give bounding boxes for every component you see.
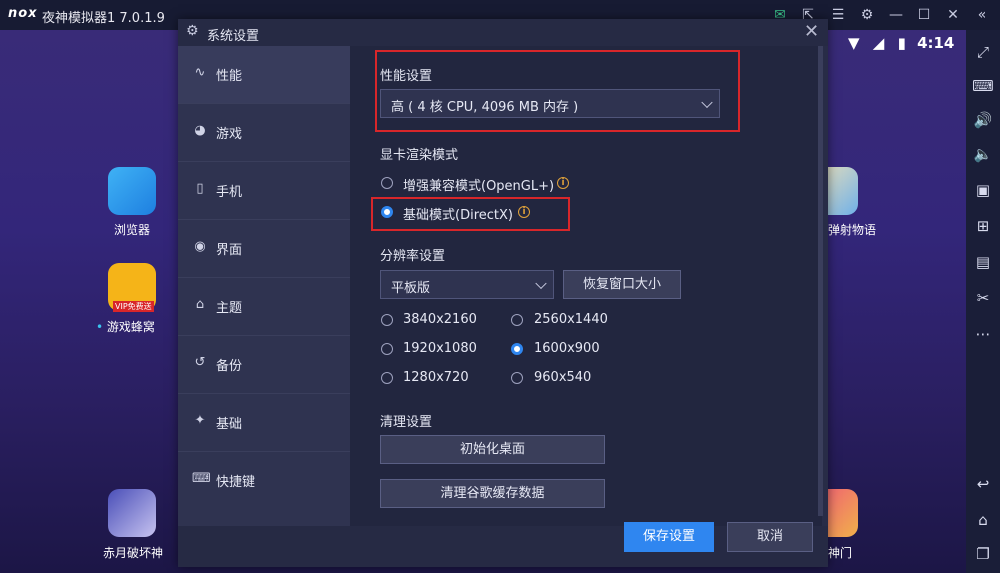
app-label-game-hive: • 游戏蜂窝	[96, 320, 155, 334]
settings-nav: ∿ 性能 ◕ 游戏 ▯ 手机 ◉ 界面 ⌂ 主题 ↺ 备份 ✦ 基础 ⌨ 快捷键	[178, 46, 350, 526]
resolution-heading: 分辨率设置	[380, 249, 446, 264]
settings-dialog: ⚙ 系统设置 ✕ ∿ 性能 ◕ 游戏 ▯ 手机 ◉ 界面 ⌂ 主题 ↺ 备份 ✦	[178, 19, 828, 567]
resolution-preset-select[interactable]: 平板版	[380, 270, 554, 299]
app-label-red-moon: 赤月破坏神	[103, 546, 164, 560]
info-icon[interactable]: i	[557, 177, 569, 189]
menu-icon[interactable]: ☰	[828, 5, 848, 25]
wifi-icon: ▼	[848, 34, 860, 52]
nav-item-interface[interactable]: ◉ 界面	[178, 220, 350, 278]
render-heading: 显卡渲染模式	[380, 148, 459, 163]
app-title: 夜神模拟器1 7.0.1.9	[42, 11, 165, 26]
settings-content: 性能设置 高 ( 4 核 CPU, 4096 MB 内存 ) 显卡渲染模式 增强…	[350, 46, 822, 526]
app-label-browser: 浏览器	[114, 223, 151, 237]
res-label: 960x540	[534, 370, 592, 385]
nox-logo: nox	[8, 6, 38, 21]
chevron-down-icon	[701, 96, 713, 108]
nav-label: 界面	[216, 243, 243, 258]
phone-icon: ▯	[196, 181, 204, 196]
more-icon[interactable]: ⋯	[966, 322, 1000, 346]
nav-label: 主题	[216, 301, 243, 316]
multi-instance-icon[interactable]: ▤	[966, 250, 1000, 274]
screen-icon[interactable]: ▣	[966, 178, 1000, 202]
nav-label: 游戏	[216, 127, 243, 142]
performance-select[interactable]: 高 ( 4 核 CPU, 4096 MB 内存 )	[380, 89, 720, 118]
nav-label: 手机	[216, 185, 243, 200]
recent-apps-icon[interactable]: ❐	[966, 542, 1000, 566]
chevron-down-icon	[535, 277, 547, 289]
android-status-bar: ▼ ◢ ▮ 4:14	[848, 34, 954, 56]
nav-item-backup[interactable]: ↺ 备份	[178, 336, 350, 394]
nav-item-basic[interactable]: ✦ 基础	[178, 394, 350, 452]
dialog-title: 系统设置	[207, 29, 260, 44]
restore-window-size-button[interactable]: 恢复窗口大小	[563, 270, 681, 299]
red-moon-app-icon[interactable]	[108, 489, 156, 537]
performance-heading: 性能设置	[380, 69, 433, 84]
performance-value: 高 ( 4 核 CPU, 4096 MB 内存 )	[391, 100, 579, 115]
battery-icon: ▮	[897, 34, 906, 52]
keyboard-icon[interactable]: ⌨	[966, 74, 1000, 98]
no-signal-icon: ◢	[872, 34, 885, 52]
vip-badge: VIP免费送	[113, 301, 154, 312]
cancel-button[interactable]: 取消	[727, 522, 813, 552]
dialog-close-button[interactable]: ✕	[804, 21, 819, 42]
nav-item-performance[interactable]: ∿ 性能	[178, 46, 350, 104]
res-label: 1920x1080	[403, 341, 477, 356]
app-label-shenmen: 神门	[828, 546, 853, 560]
res-label: 3840x2160	[403, 312, 477, 327]
radio-res-1280[interactable]	[381, 372, 393, 384]
info-icon[interactable]: i	[518, 206, 530, 218]
nav-item-game[interactable]: ◕ 游戏	[178, 104, 350, 162]
radio-res-1920[interactable]	[381, 343, 393, 355]
scrollbar[interactable]	[818, 46, 823, 516]
home-icon[interactable]: ⌂	[966, 508, 1000, 532]
volume-up-icon[interactable]: 🔊	[966, 108, 1000, 132]
volume-down-icon[interactable]: 🔈	[966, 142, 1000, 166]
close-icon[interactable]: ✕	[943, 5, 963, 25]
browser-app-icon[interactable]	[108, 167, 156, 215]
scissors-icon[interactable]: ✂	[966, 286, 1000, 310]
minimize-icon[interactable]: —	[886, 5, 906, 25]
radio-directx[interactable]	[381, 206, 393, 218]
nav-item-shortcut[interactable]: ⌨ 快捷键	[178, 452, 350, 509]
gear-icon: ⚙	[186, 23, 199, 39]
radio-res-960[interactable]	[511, 372, 523, 384]
collapse-sidebar-icon[interactable]: «	[972, 5, 992, 25]
resolution-preset-value: 平板版	[391, 281, 431, 296]
app-label-projectile-story: 弹射物语	[828, 223, 877, 237]
right-toolbar: ⤢ ⌨ 🔊 🔈 ▣ ⊞ ▤ ✂ ⋯ ↩ ⌂ ❐	[966, 30, 1000, 573]
dialog-header: ⚙ 系统设置 ✕	[178, 19, 828, 46]
backup-icon: ↺	[194, 355, 206, 370]
shortcut-icon: ⌨	[192, 471, 211, 486]
nav-item-phone[interactable]: ▯ 手机	[178, 162, 350, 220]
radio-res-3840[interactable]	[381, 314, 393, 326]
radio-res-2560[interactable]	[511, 314, 523, 326]
radio-label-directx: 基础模式(DirectX)	[403, 208, 513, 223]
radio-label-opengl: 增强兼容模式(OpenGL+)	[403, 179, 555, 194]
cleanup-heading: 清理设置	[380, 415, 433, 430]
nav-label: 快捷键	[216, 475, 256, 490]
interface-icon: ◉	[194, 239, 206, 254]
back-icon[interactable]: ↩	[966, 472, 1000, 496]
init-desktop-button[interactable]: 初始化桌面	[380, 435, 605, 464]
fullscreen-icon[interactable]: ⤢	[966, 40, 1000, 64]
theme-icon: ⌂	[195, 297, 205, 312]
res-label: 1280x720	[403, 370, 469, 385]
settings-icon[interactable]: ⚙	[857, 5, 877, 25]
basic-icon: ✦	[194, 413, 206, 428]
res-label: 1600x900	[534, 341, 600, 356]
add-apk-icon[interactable]: ⊞	[966, 214, 1000, 238]
nav-label: 性能	[216, 69, 243, 84]
nav-item-theme[interactable]: ⌂ 主题	[178, 278, 350, 336]
save-settings-button[interactable]: 保存设置	[624, 522, 714, 552]
nav-label: 备份	[216, 359, 243, 374]
clear-cache-button[interactable]: 清理谷歌缓存数据	[380, 479, 605, 508]
clock: 4:14	[917, 34, 955, 52]
res-label: 2560x1440	[534, 312, 608, 327]
radio-res-1600[interactable]	[511, 343, 523, 355]
nav-label: 基础	[216, 417, 243, 432]
performance-icon: ∿	[194, 65, 206, 80]
maximize-icon[interactable]: ☐	[914, 5, 934, 25]
radio-opengl[interactable]	[381, 177, 393, 189]
game-icon: ◕	[194, 123, 206, 138]
